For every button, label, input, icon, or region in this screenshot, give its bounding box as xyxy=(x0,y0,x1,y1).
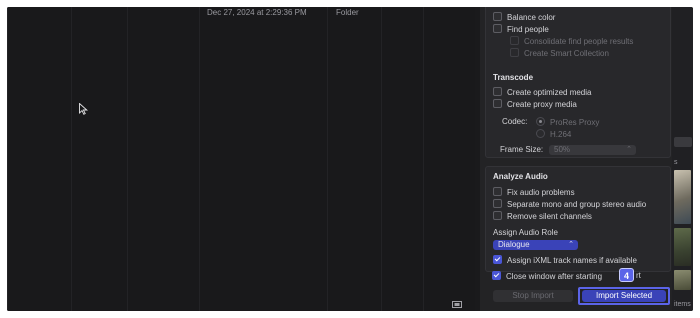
proxy-media-label: Create proxy media xyxy=(507,100,577,109)
import-selected-button[interactable]: Import Selected xyxy=(582,290,666,302)
frame-size-label: Frame Size: xyxy=(500,145,544,154)
column-divider xyxy=(7,7,8,311)
stop-import-button[interactable]: Stop Import xyxy=(493,290,573,302)
column-divider xyxy=(327,7,328,311)
close-window-label-tail: rt xyxy=(636,271,641,280)
balance-color-label: Balance color xyxy=(507,13,556,22)
optimized-media-checkbox[interactable] xyxy=(493,87,502,96)
column-divider xyxy=(423,7,424,311)
mouse-pointer-icon xyxy=(79,103,88,115)
transcode-heading: Transcode xyxy=(493,73,534,82)
smart-collection-option: Create Smart Collection xyxy=(510,48,609,59)
proxy-media-checkbox[interactable] xyxy=(493,99,502,108)
separate-mono-option[interactable]: Separate mono and group stereo audio xyxy=(493,199,646,210)
step-badge: 4 xyxy=(619,268,634,282)
optimized-media-label: Create optimized media xyxy=(507,88,592,97)
remove-silent-checkbox[interactable] xyxy=(493,211,502,220)
find-people-option[interactable]: Find people xyxy=(493,24,549,35)
close-window-label: Close window after starting xyxy=(506,272,603,281)
ixml-label: Assign iXML track names if available xyxy=(507,256,637,265)
filmstrip-icon[interactable] xyxy=(452,301,462,308)
column-divider xyxy=(71,7,72,311)
column-divider xyxy=(199,7,200,311)
codec-h264-radio xyxy=(536,129,545,138)
codec-h264-option: H.264 xyxy=(536,129,571,140)
balance-color-option[interactable]: Balance color xyxy=(493,12,555,23)
analyze-audio-section: Analyze Audio Fix audio problems Separat… xyxy=(485,166,671,272)
codec-prores-radio xyxy=(536,117,545,126)
items-count-label: items xyxy=(674,301,691,308)
close-window-checkbox[interactable] xyxy=(492,271,501,280)
import-options-panel: Balance color Find people Consolidate fi… xyxy=(480,7,672,311)
fix-audio-checkbox[interactable] xyxy=(493,187,502,196)
ixml-option[interactable]: Assign iXML track names if available xyxy=(493,255,637,266)
clip-thumbnail[interactable] xyxy=(674,270,691,290)
browser-list[interactable]: Dec 27, 2024 at 2:29:36 PM Folder xyxy=(7,7,475,311)
close-window-option[interactable]: Close window after starting xyxy=(492,271,602,282)
find-people-checkbox[interactable] xyxy=(493,24,502,33)
audio-role-select[interactable]: Dialogue ⌃ xyxy=(493,240,578,250)
codec-prores-option: ProRes Proxy xyxy=(536,117,599,128)
audio-role-value: Dialogue xyxy=(498,240,530,249)
codec-label: Codec: xyxy=(502,117,528,126)
ixml-checkbox[interactable] xyxy=(493,255,502,264)
audio-role-heading: Assign Audio Role xyxy=(493,228,558,237)
strip-label: s xyxy=(674,159,678,166)
app-window: Dec 27, 2024 at 2:29:36 PM Folder s item… xyxy=(7,7,693,311)
fix-audio-option[interactable]: Fix audio problems xyxy=(493,187,575,198)
balance-color-checkbox[interactable] xyxy=(493,12,502,21)
clip-thumbnail[interactable] xyxy=(674,228,691,266)
kind-cell: Folder xyxy=(336,8,359,17)
analysis-section: Balance color Find people Consolidate fi… xyxy=(485,7,671,158)
remove-silent-label: Remove silent channels xyxy=(507,212,592,221)
separate-mono-checkbox[interactable] xyxy=(493,199,502,208)
consolidate-option: Consolidate find people results xyxy=(510,36,633,47)
frame-size-select: 50% ⌃ xyxy=(549,145,636,155)
separate-mono-label: Separate mono and group stereo audio xyxy=(507,200,647,209)
proxy-media-option[interactable]: Create proxy media xyxy=(493,99,577,110)
analyze-audio-heading: Analyze Audio xyxy=(493,172,548,181)
created-date-cell: Dec 27, 2024 at 2:29:36 PM xyxy=(207,8,307,17)
column-divider xyxy=(381,7,382,311)
stepper-chevron-icon: ⌃ xyxy=(568,241,574,248)
toolbar-button[interactable] xyxy=(674,137,692,147)
consolidate-checkbox xyxy=(510,36,519,45)
optimized-media-option[interactable]: Create optimized media xyxy=(493,87,591,98)
remove-silent-option[interactable]: Remove silent channels xyxy=(493,211,592,222)
consolidate-label: Consolidate find people results xyxy=(524,37,634,46)
smart-collection-label: Create Smart Collection xyxy=(524,49,609,58)
clip-thumbnail[interactable] xyxy=(674,170,691,224)
fix-audio-label: Fix audio problems xyxy=(507,188,575,197)
codec-h264-label: H.264 xyxy=(550,130,572,139)
codec-prores-label: ProRes Proxy xyxy=(550,118,600,127)
frame-size-value: 50% xyxy=(554,145,571,154)
stepper-chevron-icon: ⌃ xyxy=(626,146,632,153)
smart-collection-checkbox xyxy=(510,48,519,57)
column-divider xyxy=(127,7,128,311)
find-people-label: Find people xyxy=(507,25,549,34)
